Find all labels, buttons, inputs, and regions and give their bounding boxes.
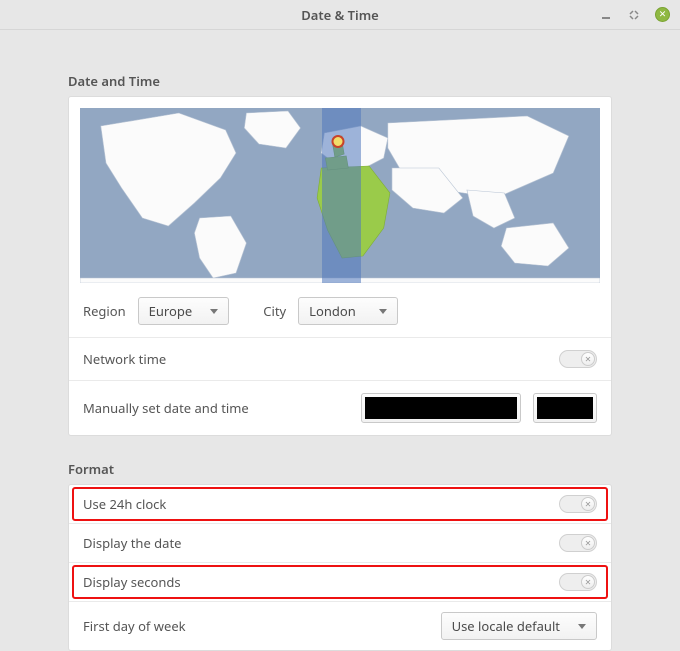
location-pin-icon: [331, 135, 344, 148]
chevron-down-icon: [379, 309, 387, 314]
display-date-toggle[interactable]: ✕: [559, 534, 597, 552]
toggle-knob: ✕: [581, 352, 595, 366]
region-select[interactable]: Europe: [138, 297, 230, 325]
toggle-knob: ✕: [581, 497, 595, 511]
network-time-row: Network time ✕: [69, 337, 611, 380]
display-seconds-toggle[interactable]: ✕: [559, 573, 597, 591]
format-panel: Use 24h clock ✕ Display the date ✕ Displ…: [68, 484, 612, 651]
use-24h-label: Use 24h clock: [83, 495, 166, 513]
display-seconds-label: Display seconds: [83, 573, 181, 591]
time-button[interactable]: [533, 393, 597, 423]
toggle-knob: ✕: [581, 575, 595, 589]
first-day-select[interactable]: Use locale default: [441, 612, 597, 640]
display-seconds-row: Display seconds ✕: [69, 562, 611, 601]
map-container: [69, 97, 611, 283]
content: Date and Time: [0, 30, 680, 651]
display-date-label: Display the date: [83, 534, 181, 552]
timezone-map[interactable]: [80, 108, 600, 283]
titlebar-controls: [599, 7, 680, 22]
minimize-icon[interactable]: [599, 8, 613, 22]
first-day-label: First day of week: [83, 617, 186, 635]
region-value: Europe: [149, 302, 193, 320]
first-day-row: First day of week Use locale default: [69, 601, 611, 650]
timezone-band: [322, 108, 361, 283]
city-select[interactable]: London: [298, 297, 398, 325]
region-city-row: Region Europe City London: [69, 283, 611, 337]
date-button[interactable]: [361, 393, 521, 423]
region-label: Region: [83, 302, 126, 320]
toggle-knob: ✕: [581, 536, 595, 550]
use-24h-row: Use 24h clock ✕: [69, 485, 611, 523]
city-label: City: [263, 302, 286, 320]
network-time-label: Network time: [83, 350, 166, 368]
network-time-toggle[interactable]: ✕: [559, 350, 597, 368]
close-icon[interactable]: [655, 7, 670, 22]
window-title: Date & Time: [301, 6, 379, 24]
manual-datetime-row: Manually set date and time: [69, 380, 611, 435]
chevron-down-icon: [578, 624, 586, 629]
titlebar: Date & Time: [0, 0, 680, 30]
format-heading: Format: [68, 460, 662, 478]
chevron-down-icon: [210, 309, 218, 314]
date-time-panel: Region Europe City London Network time ✕…: [68, 96, 612, 436]
use-24h-toggle[interactable]: ✕: [559, 495, 597, 513]
maximize-icon[interactable]: [627, 8, 641, 22]
city-value: London: [309, 302, 356, 320]
manual-datetime-label: Manually set date and time: [83, 399, 249, 417]
first-day-value: Use locale default: [452, 617, 560, 635]
date-time-heading: Date and Time: [68, 72, 662, 90]
display-date-row: Display the date ✕: [69, 523, 611, 562]
